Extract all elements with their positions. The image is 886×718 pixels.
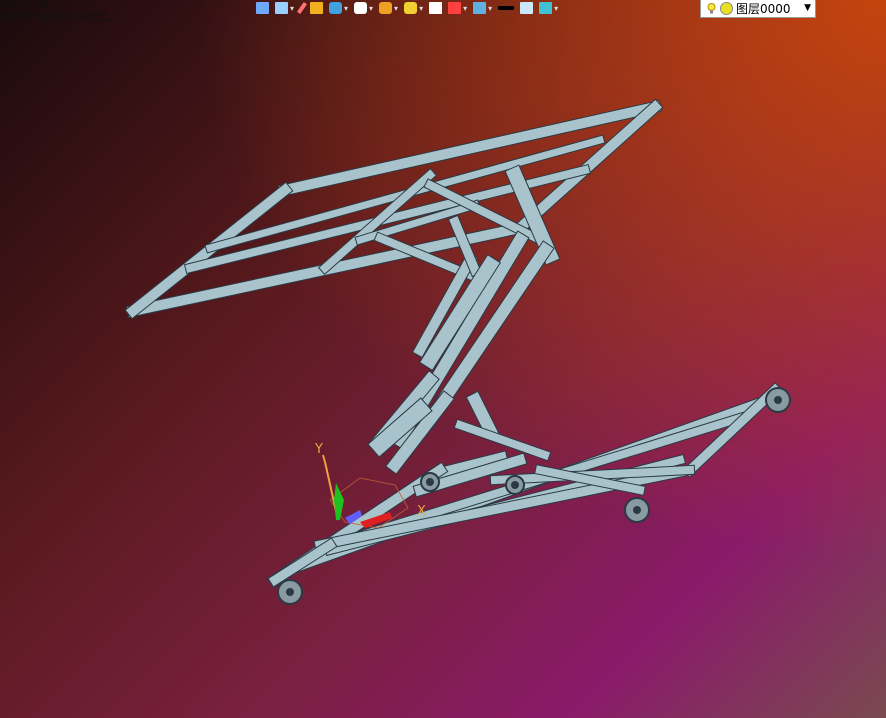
caster-wheel[interactable] <box>624 497 650 523</box>
caster-wheel[interactable] <box>765 387 791 413</box>
triad-y-stub <box>322 454 326 463</box>
mast-post[interactable] <box>465 390 500 440</box>
cad-model[interactable]: Y X <box>0 0 886 718</box>
caster-wheel[interactable] <box>505 475 525 495</box>
x-axis-label: X <box>417 504 426 519</box>
center-link[interactable] <box>453 418 552 462</box>
caster-wheel[interactable] <box>277 579 303 605</box>
y-axis-arrow-icon <box>334 483 344 520</box>
y-axis-label: Y <box>314 442 323 457</box>
caster-wheel[interactable] <box>420 472 440 492</box>
lift-frame-assembly[interactable] <box>124 98 787 589</box>
graphics-viewport[interactable]: 选择对象 拖动时请选择点提示。 ▾ ▾ ▾ ▾ ▾ ▾ ▾ ▾ 图层0000 ▼ Y X <box>0 0 886 718</box>
